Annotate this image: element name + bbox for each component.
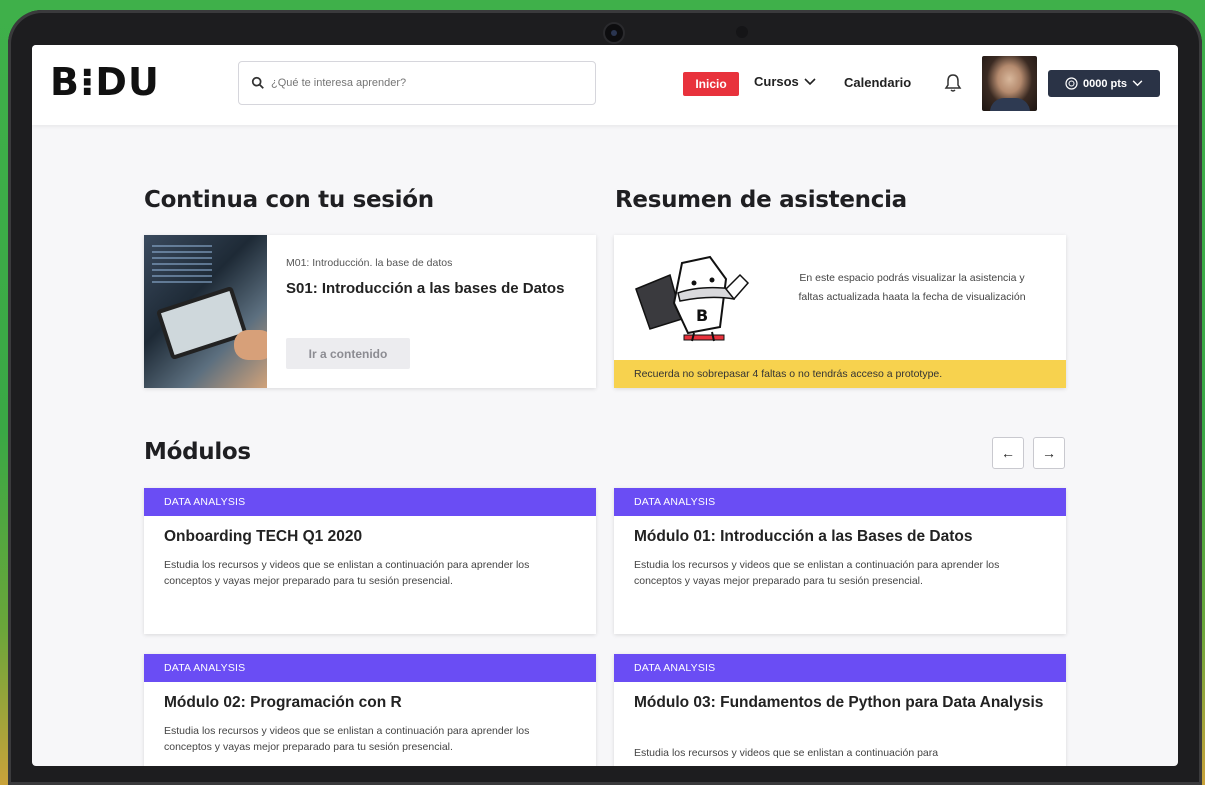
module-title: Módulo 01: Introducción a las Bases de D… xyxy=(634,528,973,545)
session-card[interactable]: M01: Introducción. la base de datos S01:… xyxy=(144,235,596,388)
go-to-content-button[interactable]: Ir a contenido xyxy=(286,338,410,369)
chevron-down-icon xyxy=(804,77,816,85)
sensor-icon xyxy=(736,26,748,38)
module-description: Estudia los recursos y videos que se enl… xyxy=(634,747,939,759)
points-dropdown[interactable]: 0000 pts xyxy=(1048,70,1160,97)
module-description: Estudia los recursos y videos que se enl… xyxy=(634,559,1000,587)
session-heading: Continua con tu sesión xyxy=(144,187,434,213)
app-screen: B⁝DU Inicio Cursos Calendario xyxy=(32,45,1178,766)
search-input[interactable] xyxy=(271,77,571,89)
module-category: DATA ANALYSIS xyxy=(144,488,596,516)
mascot-illustration: B xyxy=(635,255,750,342)
attendance-warning: Recuerda no sobrepasar 4 faltas o no ten… xyxy=(614,360,1066,388)
nav-cursos-label: Cursos xyxy=(754,74,799,89)
module-category: DATA ANALYSIS xyxy=(144,654,596,682)
module-card[interactable]: DATA ANALYSIS Onboarding TECH Q1 2020 Es… xyxy=(144,488,596,634)
modules-heading: Módulos xyxy=(144,439,251,465)
module-category: DATA ANALYSIS xyxy=(614,488,1066,516)
user-avatar[interactable] xyxy=(982,56,1037,111)
camera-icon xyxy=(605,24,623,42)
points-label: 0000 pts xyxy=(1082,77,1128,90)
attendance-card: B En este espacio podrás visualizar la a… xyxy=(614,235,1066,388)
module-card[interactable]: DATA ANALYSIS Módulo 01: Introducción a … xyxy=(614,488,1066,634)
bedu-logo[interactable]: B⁝DU xyxy=(50,63,160,101)
search-icon xyxy=(251,76,264,89)
nav-inicio-button[interactable]: Inicio xyxy=(683,72,739,96)
module-description: Estudia los recursos y videos que se enl… xyxy=(164,559,530,587)
bell-icon[interactable] xyxy=(944,73,962,93)
session-thumbnail xyxy=(144,235,267,388)
module-title: Onboarding TECH Q1 2020 xyxy=(164,528,363,545)
chevron-down-icon xyxy=(1132,80,1143,87)
nav-calendario-link[interactable]: Calendario xyxy=(844,75,911,90)
session-title: S01: Introducción a las bases de Datos xyxy=(286,280,565,297)
session-module-crumb: M01: Introducción. la base de datos xyxy=(286,257,453,269)
arrow-left-icon: ← xyxy=(1001,445,1015,461)
attendance-heading: Resumen de asistencia xyxy=(615,187,907,213)
coin-icon xyxy=(1065,77,1078,90)
search-box[interactable] xyxy=(238,61,596,105)
arrow-right-icon: → xyxy=(1042,445,1056,461)
nav-cursos-dropdown[interactable]: Cursos xyxy=(754,74,816,89)
modules-prev-button[interactable]: ← xyxy=(992,437,1024,469)
module-card[interactable]: DATA ANALYSIS Módulo 03: Fundamentos de … xyxy=(614,654,1066,766)
module-description: Estudia los recursos y videos que se enl… xyxy=(164,725,530,753)
module-category: DATA ANALYSIS xyxy=(614,654,1066,682)
attendance-description: En este espacio podrás visualizar la asi… xyxy=(798,272,1026,303)
svg-text:B: B xyxy=(696,306,708,325)
module-card[interactable]: DATA ANALYSIS Módulo 02: Programación co… xyxy=(144,654,596,766)
top-navigation-bar: B⁝DU Inicio Cursos Calendario xyxy=(32,45,1178,125)
module-title: Módulo 03: Fundamentos de Python para Da… xyxy=(634,694,1044,711)
module-title: Módulo 02: Programación con R xyxy=(164,694,402,711)
modules-next-button[interactable]: → xyxy=(1033,437,1065,469)
